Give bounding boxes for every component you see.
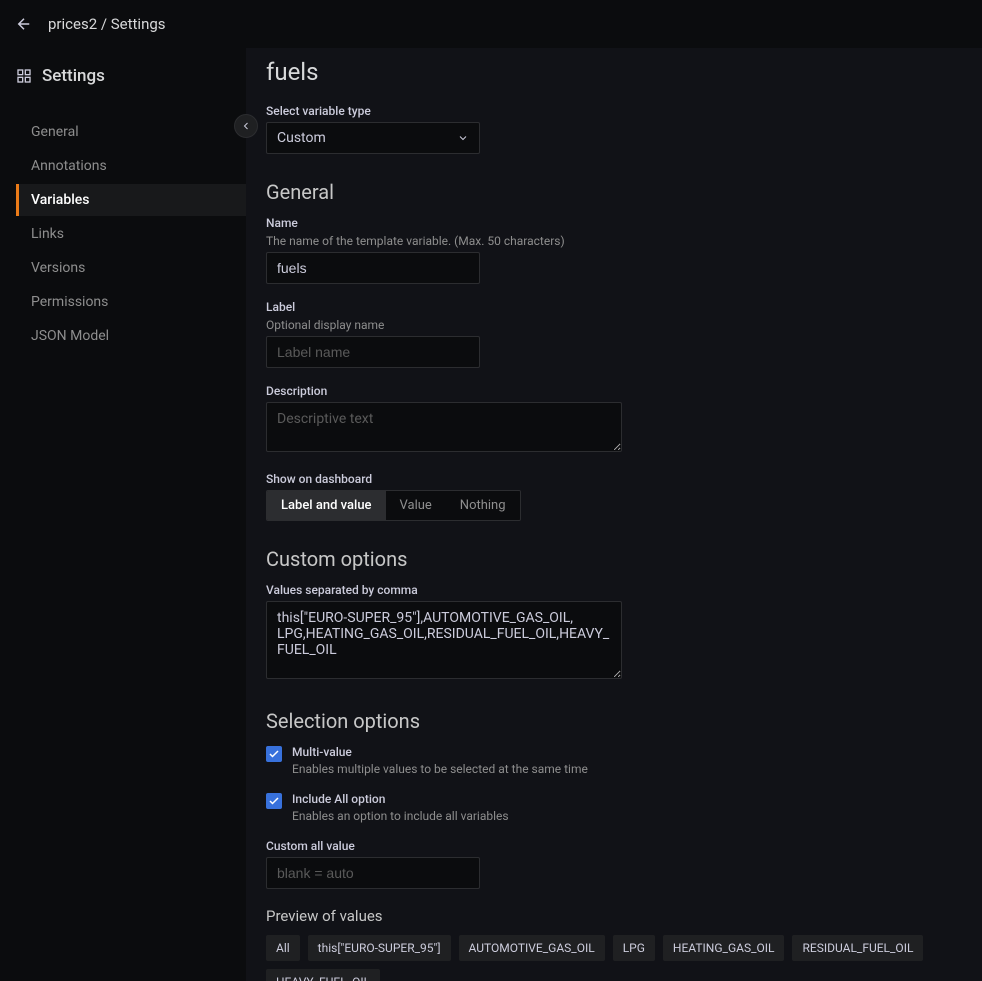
multi-value-title: Multi-value — [292, 745, 588, 759]
preview-chips: All this["EURO-SUPER_95"] AUTOMOTIVE_GAS… — [266, 935, 962, 981]
chip: this["EURO-SUPER_95"] — [308, 935, 451, 961]
page-title: fuels — [266, 58, 962, 86]
sidebar-item-versions[interactable]: Versions — [16, 252, 246, 284]
name-input[interactable] — [266, 252, 480, 284]
include-all-checkbox[interactable] — [266, 793, 282, 809]
description-textarea[interactable] — [266, 402, 622, 452]
label-field-desc: Optional display name — [266, 318, 962, 332]
values-label: Values separated by comma — [266, 583, 962, 597]
show-option-value[interactable]: Value — [386, 491, 446, 520]
chip: AUTOMOTIVE_GAS_OIL — [459, 935, 605, 961]
chip: HEATING_GAS_OIL — [663, 935, 785, 961]
sidebar-item-variables[interactable]: Variables — [16, 184, 246, 216]
include-all-title: Include All option — [292, 792, 509, 806]
general-heading: General — [266, 180, 962, 204]
custom-options-heading: Custom options — [266, 547, 962, 571]
main-panel: fuels Select variable type Custom Genera… — [246, 48, 982, 981]
multi-value-desc: Enables multiple values to be selected a… — [292, 762, 588, 776]
sidebar-title: Settings — [42, 66, 105, 86]
sidebar-item-links[interactable]: Links — [16, 218, 246, 250]
custom-all-label: Custom all value — [266, 839, 962, 853]
include-all-desc: Enables an option to include all variabl… — [292, 809, 509, 823]
dashboard-icon — [16, 68, 32, 84]
sidebar: Settings General Annotations Variables L… — [0, 48, 246, 981]
selection-options-heading: Selection options — [266, 709, 962, 733]
chip: HEAVY_FUEL_OIL — [266, 969, 380, 981]
preview-heading: Preview of values — [266, 907, 962, 925]
chip: RESIDUAL_FUEL_OIL — [792, 935, 923, 961]
values-textarea[interactable] — [266, 601, 622, 679]
name-label: Name — [266, 216, 962, 230]
chip: LPG — [613, 935, 655, 961]
back-button[interactable] — [12, 12, 36, 36]
variable-type-select[interactable]: Custom — [266, 122, 480, 154]
sidebar-item-permissions[interactable]: Permissions — [16, 286, 246, 318]
sidebar-item-annotations[interactable]: Annotations — [16, 150, 246, 182]
show-on-dashboard-group: Label and value Value Nothing — [266, 490, 521, 521]
show-option-label-and-value[interactable]: Label and value — [267, 491, 386, 520]
sidebar-item-json-model[interactable]: JSON Model — [16, 320, 246, 352]
chevron-down-icon — [457, 132, 469, 144]
label-field-label: Label — [266, 300, 962, 314]
breadcrumb: prices2 / Settings — [48, 15, 166, 33]
collapse-sidebar-button[interactable] — [234, 114, 258, 138]
chip: All — [266, 935, 300, 961]
name-desc: The name of the template variable. (Max.… — [266, 234, 962, 248]
show-on-dashboard-label: Show on dashboard — [266, 472, 962, 486]
show-option-nothing[interactable]: Nothing — [446, 491, 520, 520]
label-input[interactable] — [266, 336, 480, 368]
description-label: Description — [266, 384, 962, 398]
multi-value-checkbox[interactable] — [266, 746, 282, 762]
sidebar-item-general[interactable]: General — [16, 116, 246, 148]
variable-type-value: Custom — [277, 130, 326, 146]
custom-all-input[interactable] — [266, 857, 480, 889]
variable-type-label: Select variable type — [266, 104, 962, 118]
